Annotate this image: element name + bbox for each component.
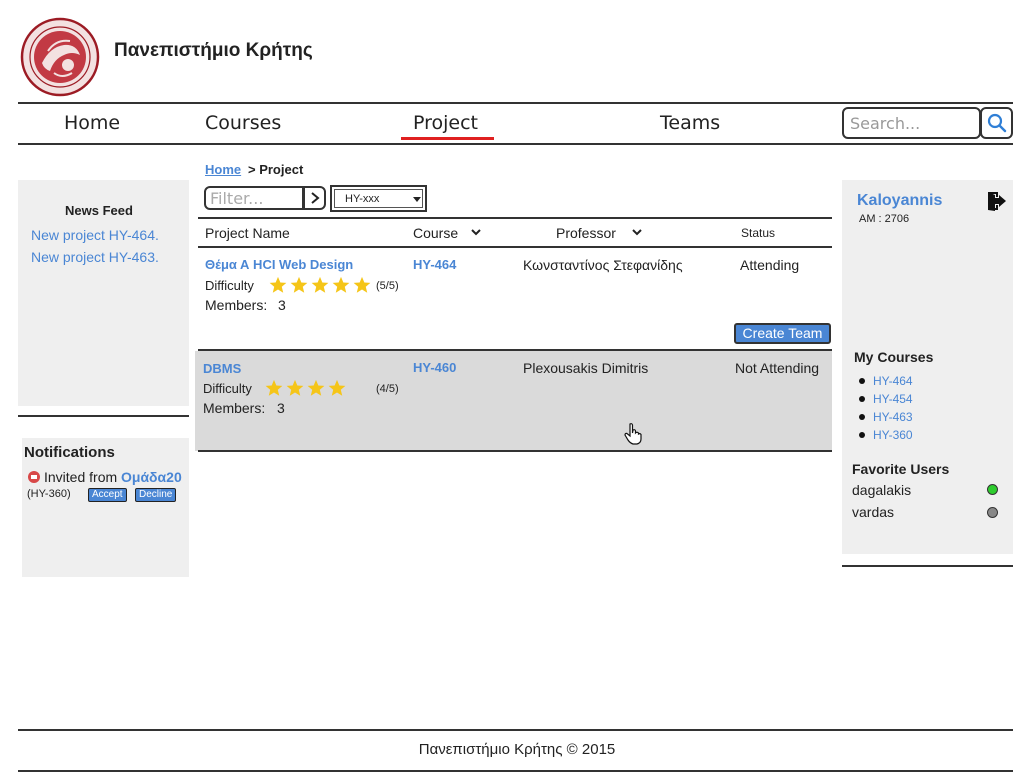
table-top-border — [198, 217, 832, 219]
user-name-link[interactable]: Kaloyannis — [857, 192, 942, 210]
decline-button[interactable]: Decline — [135, 488, 177, 502]
my-course-label: HY-463 — [873, 410, 913, 424]
footer-top-divider — [18, 729, 1013, 731]
chevron-down-icon[interactable] — [632, 229, 642, 236]
invite-icon — [28, 471, 40, 483]
difficulty-label: Difficulty — [205, 278, 254, 293]
members-count: 3 — [277, 400, 285, 416]
star-icon — [332, 276, 350, 293]
my-courses-title: My Courses — [854, 349, 934, 365]
star-icon — [269, 276, 287, 293]
university-logo — [20, 17, 100, 97]
project-course-link[interactable]: HY-460 — [413, 360, 456, 375]
favorite-users-title: Favorite Users — [852, 461, 950, 477]
difficulty-score: (4/5) — [376, 383, 399, 395]
project-course-link[interactable]: HY-464 — [413, 257, 456, 272]
my-course-label: HY-360 — [873, 428, 913, 442]
star-icon — [290, 276, 308, 293]
left-divider — [18, 415, 189, 417]
notifications-title: Notifications — [24, 444, 115, 461]
my-course-label: HY-464 — [873, 374, 913, 388]
star-icon — [307, 379, 325, 396]
difficulty-score: (5/5) — [376, 280, 399, 292]
right-divider — [842, 565, 1013, 567]
filter-go-button[interactable] — [303, 186, 326, 210]
my-course-item[interactable]: HY-463 — [859, 410, 913, 424]
chevron-down-icon[interactable] — [471, 229, 481, 236]
site-title: Πανεπιστήμιο Κρήτης — [114, 40, 313, 61]
star-icon — [353, 276, 371, 293]
members-count: 3 — [278, 297, 286, 313]
nav-project[interactable]: Project — [413, 112, 478, 134]
favorite-user[interactable]: vardas — [852, 504, 894, 520]
footer-bottom-divider — [18, 770, 1013, 772]
news-item[interactable]: New project HY-464. — [31, 227, 159, 243]
my-course-item[interactable]: HY-464 — [859, 374, 913, 388]
nav-teams[interactable]: Teams — [660, 112, 720, 134]
breadcrumb-home-link[interactable]: Home — [205, 162, 241, 177]
create-team-button[interactable]: Create Team — [734, 323, 831, 344]
difficulty-label: Difficulty — [203, 381, 252, 396]
news-feed-title: News Feed — [65, 203, 133, 218]
project-status: Attending — [740, 257, 800, 273]
invite-course: (HY-360) — [27, 488, 71, 500]
star-icon — [265, 379, 283, 396]
footer-text: Πανεπιστήμιο Κρήτης © 2015 — [418, 741, 616, 758]
project-professor: Plexousakis Dimitris — [523, 360, 649, 376]
accept-button[interactable]: Accept — [88, 488, 127, 502]
search-input[interactable] — [842, 107, 981, 139]
nav-divider — [18, 143, 1013, 145]
table-bottom-border — [198, 450, 832, 452]
bullet — [859, 414, 865, 420]
column-header-course[interactable]: Course — [413, 225, 458, 241]
favorite-user[interactable]: dagalakis — [852, 482, 911, 498]
news-item[interactable]: New project HY-463. — [31, 249, 159, 265]
my-course-label: HY-454 — [873, 392, 913, 406]
bullet — [859, 432, 865, 438]
star-icon — [286, 379, 304, 396]
online-status-icon — [987, 484, 998, 495]
project-name-link[interactable]: DBMS — [203, 361, 241, 376]
filter-input[interactable] — [204, 186, 304, 210]
breadcrumb-current: > Project — [248, 162, 304, 177]
bullet — [859, 396, 865, 402]
invite-text: Invited from — [44, 469, 118, 485]
project-status: Not Attending — [735, 360, 820, 376]
header-divider — [18, 102, 1013, 104]
nav-active-underline — [401, 137, 494, 140]
difficulty-stars — [269, 276, 371, 294]
star-icon — [328, 379, 346, 396]
star-icon — [311, 276, 329, 293]
project-name-link[interactable]: Θέμα Α HCI Web Design — [205, 257, 353, 272]
members-label: Members: — [205, 297, 268, 313]
column-header-professor[interactable]: Professor — [556, 225, 616, 241]
invite-team-link[interactable]: Ομάδα20 — [121, 469, 182, 485]
course-select-value: HY-xxx — [345, 193, 380, 205]
column-header-status: Status — [741, 226, 776, 240]
dropdown-arrow-icon — [413, 197, 421, 202]
nav-courses[interactable]: Courses — [205, 112, 281, 134]
members-label: Members: — [203, 400, 266, 416]
offline-status-icon — [987, 507, 998, 518]
my-course-item[interactable]: HY-360 — [859, 428, 913, 442]
course-select-inner: HY-xxx — [334, 189, 423, 208]
table-header-border — [198, 246, 832, 248]
hand-cursor-icon — [624, 423, 642, 445]
project-professor: Κωνσταντίνος Στεφανίδης — [523, 257, 683, 273]
search-button[interactable] — [980, 107, 1013, 139]
nav-home[interactable]: Home — [64, 112, 120, 134]
user-am: AM : 2706 — [859, 213, 910, 225]
my-course-item[interactable]: HY-454 — [859, 392, 913, 406]
column-header-project-name: Project Name — [205, 225, 290, 241]
chevron-right-icon — [310, 192, 320, 204]
difficulty-stars — [265, 379, 346, 397]
search-icon — [987, 113, 1006, 133]
bullet — [859, 378, 865, 384]
logout-icon[interactable] — [985, 189, 1009, 213]
course-select[interactable]: HY-xxx — [330, 185, 427, 212]
